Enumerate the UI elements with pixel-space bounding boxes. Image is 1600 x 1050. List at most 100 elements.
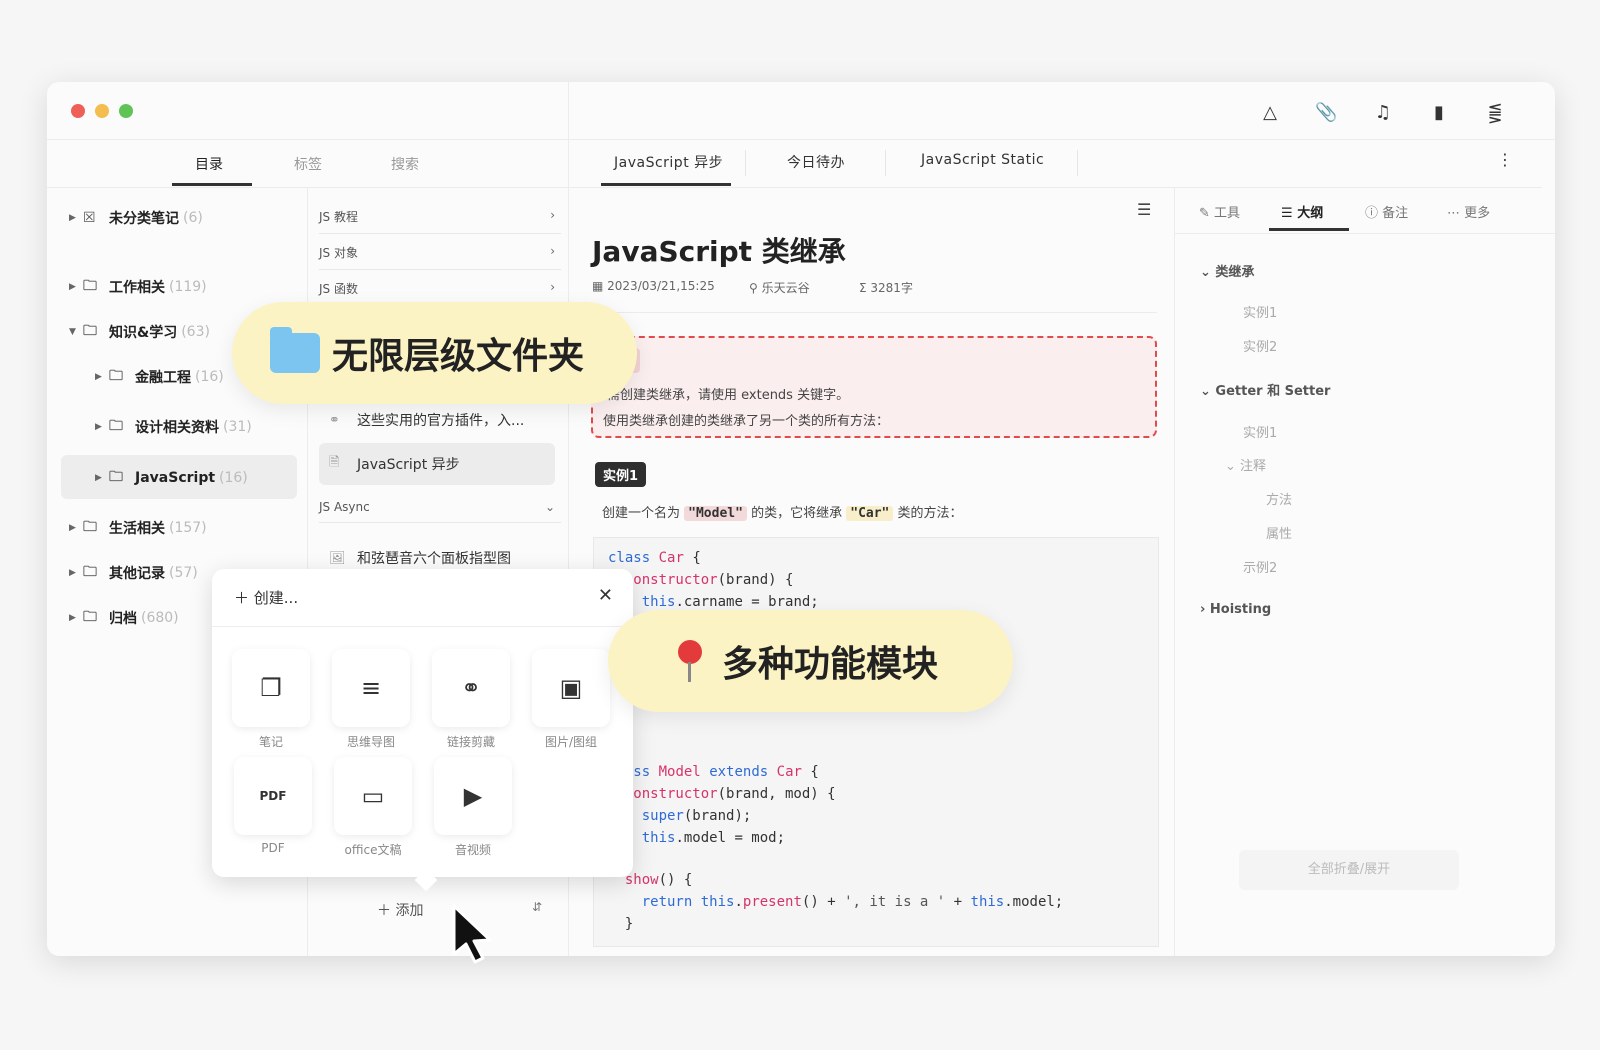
- presentation-icon: ▭: [334, 757, 412, 835]
- close-icon[interactable]: ✕: [598, 585, 613, 606]
- meta-divider: [592, 312, 1157, 313]
- folder-icon: 🗀: [83, 323, 97, 339]
- create-mindmap-tile[interactable]: ≡ 思维导图: [332, 649, 410, 750]
- close-window-button[interactable]: [71, 104, 85, 118]
- expand-arrow-icon[interactable]: ▶: [69, 568, 83, 578]
- code-line: constructor(brand) {: [624, 572, 794, 588]
- sort-icon[interactable]: ⇵: [532, 900, 542, 914]
- folder-item[interactable]: ▶ 🗀 JavaScript (16): [95, 464, 248, 492]
- menu-icon[interactable]: ☰: [1137, 200, 1151, 219]
- expand-arrow-icon[interactable]: ▶: [69, 523, 83, 533]
- outline-item[interactable]: 实例2: [1243, 336, 1277, 355]
- column-item-js-object[interactable]: JS 对象 ›: [319, 244, 561, 270]
- document-icon: 🗎: [329, 455, 340, 470]
- tab-todo[interactable]: 今日待办: [787, 152, 845, 172]
- folder-item[interactable]: ▶ 🗀 工作相关 (119): [69, 273, 207, 301]
- expand-arrow-icon[interactable]: ▶: [69, 282, 83, 292]
- outline-item[interactable]: 属性: [1266, 523, 1292, 542]
- column-item-js-async[interactable]: JS Async ⌄: [319, 500, 561, 523]
- tab-catalog[interactable]: 目录: [195, 154, 223, 174]
- tab-notes[interactable]: ⓘ 备注: [1365, 202, 1408, 221]
- expand-arrow-icon[interactable]: ▶: [69, 613, 83, 623]
- doc-tab-bar: JavaScript 异步 今日待办 JavaScript Static ⋮: [569, 140, 1542, 188]
- collapse-arrow-icon[interactable]: ▼: [69, 327, 83, 337]
- folder-item[interactable]: ▶ 🗀 生活相关 (157): [69, 514, 207, 542]
- pane-divider: [1174, 188, 1175, 956]
- code-line: class Model extends Car {: [608, 764, 819, 780]
- code-line: this.model = mod;: [641, 830, 786, 846]
- folder-icon: 🗀: [83, 278, 97, 294]
- chevron-down-icon: ⌄: [1200, 265, 1216, 280]
- create-link-clip-tile[interactable]: ⚭ 链接剪藏: [432, 649, 510, 750]
- tab-more[interactable]: ⋯ 更多: [1447, 202, 1490, 221]
- active-tab-indicator: [601, 183, 731, 186]
- create-office-tile[interactable]: ▭ office文稿: [334, 757, 412, 858]
- outline-item[interactable]: 方法: [1266, 489, 1292, 508]
- edit-icon: ✎: [1199, 206, 1215, 221]
- expand-arrow-icon[interactable]: ▶: [95, 372, 109, 382]
- folder-item[interactable]: ▼ 🗀 知识&学习 (63): [69, 318, 210, 346]
- chevron-down-icon: ⌄: [1200, 384, 1216, 399]
- folder-item[interactable]: ▶ 🗀 归档 (680): [69, 604, 179, 632]
- tab-tools[interactable]: ✎ 工具: [1199, 202, 1240, 221]
- image-icon: ▣: [532, 649, 610, 727]
- folder-icon: 🗀: [109, 469, 123, 485]
- feature-bubble-modules: 多种功能模块: [608, 610, 1013, 712]
- note-item[interactable]: 🗎 JavaScript 异步: [319, 443, 555, 485]
- more-horizontal-icon: ⋯: [1447, 206, 1465, 221]
- minimize-window-button[interactable]: [95, 104, 109, 118]
- tab-tags[interactable]: 标签: [294, 154, 322, 174]
- outline-item[interactable]: ⌄ 类继承: [1200, 261, 1254, 280]
- create-media-tile[interactable]: ▶ 音视频: [434, 757, 512, 858]
- expand-arrow-icon[interactable]: ▶: [95, 422, 109, 432]
- note-item[interactable]: ⚭ 这些实用的官方插件，入...: [319, 399, 555, 441]
- sigma-icon: Σ: [859, 281, 871, 295]
- location-meta: ⚲ 乐天云谷: [749, 281, 810, 295]
- music-icon[interactable]: ♫: [1372, 102, 1394, 124]
- outline-item[interactable]: 实例1: [1243, 422, 1277, 441]
- more-vertical-icon[interactable]: ⋮: [1497, 150, 1514, 169]
- code-line: this.carname = brand;: [641, 594, 819, 610]
- popup-title: ＋ 创建...: [234, 589, 299, 607]
- outline-item[interactable]: ⌄ 注释: [1225, 455, 1266, 474]
- link-icon: ⚭: [432, 649, 510, 727]
- folder-item[interactable]: ▶ 🗀 其他记录 (57): [69, 559, 198, 587]
- folder-icon: [270, 327, 320, 373]
- mindmap-icon: ≡: [332, 649, 410, 727]
- folder-item[interactable]: ▶ 🗀 设计相关资料 (31): [95, 413, 252, 441]
- uncategorized-folder-icon: ☒: [83, 210, 96, 226]
- folder-icon: 🗀: [109, 368, 123, 384]
- folder-item[interactable]: ▶ ☒ 未分类笔记 (6): [69, 204, 203, 232]
- feature-bubble-folders: 无限层级文件夹: [232, 302, 637, 404]
- callout-block: 承 需创建类继承，请使用 extends 关键字。 使用类继承创建的类继承了另一…: [591, 336, 1157, 438]
- left-tab-bar: 目录 标签 搜索: [47, 140, 582, 188]
- link-icon: ⚭: [329, 412, 340, 428]
- tab-js-static[interactable]: JavaScript Static: [921, 152, 1044, 168]
- tab-js-async[interactable]: JavaScript 异步: [614, 152, 723, 172]
- outline-item[interactable]: 实例1: [1243, 302, 1277, 321]
- expand-arrow-icon[interactable]: ▶: [69, 213, 83, 223]
- folder-icon: 🗀: [83, 609, 97, 625]
- outline-item[interactable]: ⌄ Getter 和 Setter: [1200, 380, 1330, 399]
- column-item-js-tutorial[interactable]: JS 教程 ›: [319, 208, 561, 234]
- outline-item[interactable]: › Hoisting: [1200, 602, 1271, 617]
- create-note-tile[interactable]: ❐ 笔记: [232, 649, 310, 750]
- collapse-expand-all-button[interactable]: 全部折叠/展开: [1239, 850, 1459, 890]
- tab-search[interactable]: 搜索: [391, 154, 419, 174]
- outline-item[interactable]: 示例2: [1243, 557, 1277, 576]
- create-image-tile[interactable]: ▣ 图片/图组: [532, 649, 610, 750]
- expand-arrow-icon[interactable]: ▶: [95, 473, 109, 483]
- chevron-right-icon: ›: [1200, 602, 1210, 617]
- bookmark-icon[interactable]: ▮: [1428, 102, 1450, 124]
- paperclip-icon[interactable]: 📎: [1315, 102, 1337, 124]
- create-pdf-tile[interactable]: PDF PDF: [234, 757, 312, 855]
- code-block: class Car { constructor(brand) { this.ca…: [593, 537, 1159, 947]
- maximize-window-button[interactable]: [119, 104, 133, 118]
- add-button[interactable]: ＋ 添加: [377, 900, 423, 920]
- pin-icon[interactable]: ⪋: [1484, 102, 1506, 124]
- tab-outline[interactable]: ☰ 大纲: [1281, 202, 1323, 221]
- paint-icon[interactable]: △: [1259, 102, 1281, 124]
- tab-separator: [745, 150, 746, 176]
- page-title: JavaScript 类继承: [592, 235, 846, 268]
- folder-item[interactable]: ▶ 🗀 金融工程 (16): [95, 363, 224, 391]
